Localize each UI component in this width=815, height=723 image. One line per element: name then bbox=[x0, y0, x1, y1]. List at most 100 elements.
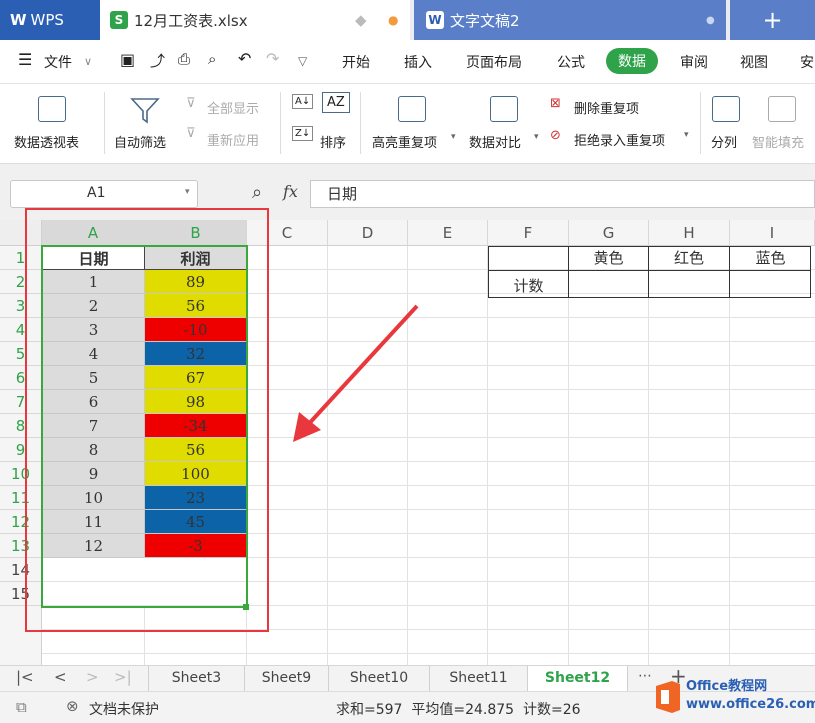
column-header-d[interactable]: D bbox=[328, 220, 408, 246]
menu-security[interactable]: 安 bbox=[800, 52, 814, 72]
export-icon[interactable]: ⤴ bbox=[150, 50, 165, 71]
wps-logo-icon: W bbox=[10, 11, 27, 29]
undo-icon[interactable]: ↶ bbox=[238, 49, 251, 68]
smart-fill-button[interactable]: 智能填充 bbox=[752, 132, 804, 151]
filter-icon bbox=[130, 98, 160, 124]
ribbon-divider bbox=[360, 92, 361, 154]
pivot-table-icon bbox=[38, 96, 66, 122]
more-sheets-icon[interactable]: ⋯ bbox=[638, 668, 652, 684]
menu-file[interactable]: 文件 bbox=[44, 52, 72, 72]
column-header-g[interactable]: G bbox=[569, 220, 649, 246]
gridline bbox=[42, 653, 815, 654]
delete-duplicates-icon: ⊠ bbox=[550, 96, 561, 111]
fx-icon[interactable]: fx bbox=[283, 182, 298, 201]
gridline bbox=[648, 246, 649, 665]
gridline bbox=[487, 246, 488, 665]
chevron-down-icon: ∨ bbox=[84, 55, 93, 68]
gridline bbox=[568, 246, 569, 665]
menu-review[interactable]: 审阅 bbox=[680, 52, 708, 72]
highlight-duplicates-button[interactable]: 高亮重复项 bbox=[372, 132, 437, 151]
more-commands-icon[interactable]: ▽ bbox=[298, 54, 307, 68]
print-preview-icon[interactable]: ⌕ bbox=[208, 50, 216, 68]
plus-icon: + bbox=[762, 6, 783, 34]
first-sheet-icon[interactable]: |< bbox=[16, 668, 34, 686]
ribbon-divider bbox=[700, 92, 701, 154]
cell-reference: A1 bbox=[87, 185, 106, 201]
office-logo-icon bbox=[656, 681, 680, 713]
menu-bar: ☰ 文件 ∨ ▣ ⤴ ⎙ ⌕ ↶ ↷ ▽ 开始 插入 页面布局 公式 数据 审阅… bbox=[0, 40, 815, 84]
watermark-logo: Office教程网 www.office26.com bbox=[652, 676, 815, 718]
wps-home-tab[interactable]: W WPS bbox=[0, 0, 100, 40]
ribbon-divider bbox=[104, 92, 105, 154]
split-columns-button[interactable]: 分列 bbox=[711, 132, 737, 151]
wps-label: WPS bbox=[30, 11, 64, 29]
menu-view[interactable]: 视图 bbox=[740, 52, 768, 72]
pin-icon[interactable]: ◆ bbox=[355, 11, 367, 29]
smart-fill-icon bbox=[768, 96, 796, 122]
menu-data[interactable]: 数据 bbox=[606, 48, 658, 74]
show-all-icon: ⊽ bbox=[186, 96, 196, 111]
save-icon[interactable]: ▣ bbox=[120, 50, 135, 69]
tab-spreadsheet-label: 12月工资表.xlsx bbox=[134, 11, 248, 30]
menu-page-layout[interactable]: 页面布局 bbox=[466, 52, 522, 72]
data-compare-button[interactable]: 数据对比 bbox=[469, 132, 521, 151]
sidebar-toggle-icon[interactable]: ⧉ bbox=[16, 698, 27, 716]
count-table-hline bbox=[488, 270, 811, 271]
document-protection-status[interactable]: 文档未保护 bbox=[89, 699, 159, 719]
data-compare-icon bbox=[490, 96, 518, 122]
document-icon: W bbox=[426, 11, 444, 29]
shield-icon: ⊗ bbox=[66, 697, 79, 715]
count-header-red[interactable]: 红色 bbox=[649, 247, 729, 268]
ribbon: 数据透视表 自动筛选 ⊽ 全部显示 ⊽ 重新应用 A↓ Z↓ AZ 排序 高亮重… bbox=[0, 84, 815, 164]
column-header-i[interactable]: I bbox=[730, 220, 815, 246]
last-sheet-icon[interactable]: >| bbox=[114, 668, 132, 686]
reapply-button[interactable]: 重新应用 bbox=[207, 130, 259, 149]
tab-document[interactable]: W 文字文稿2 ● bbox=[414, 0, 726, 40]
watermark-text: Office教程网 www.office26.com bbox=[686, 679, 815, 712]
tab-document-label: 文字文稿2 bbox=[450, 11, 520, 30]
chevron-down-icon: ▾ bbox=[451, 132, 456, 142]
split-columns-icon bbox=[712, 96, 740, 122]
delete-duplicates-button[interactable]: 删除重复项 bbox=[574, 98, 639, 117]
tab-dot-icon: ● bbox=[706, 14, 715, 26]
annotation-arrow bbox=[293, 304, 419, 442]
count-header-yellow[interactable]: 黄色 bbox=[569, 247, 648, 268]
sheet-tab[interactable]: Sheet3 bbox=[148, 666, 245, 691]
prev-sheet-icon[interactable]: < bbox=[54, 668, 67, 686]
sort-button[interactable]: 排序 bbox=[320, 132, 346, 151]
sheet-tab[interactable]: Sheet9 bbox=[245, 666, 329, 691]
next-sheet-icon[interactable]: > bbox=[86, 668, 99, 686]
name-box[interactable]: A1 ▾ bbox=[10, 180, 198, 208]
menu-start[interactable]: 开始 bbox=[342, 52, 370, 72]
unsaved-dot-icon: ● bbox=[388, 13, 399, 27]
count-row-label[interactable]: 计数 bbox=[489, 275, 568, 296]
highlight-duplicates-icon bbox=[398, 96, 426, 122]
print-icon[interactable]: ⎙ bbox=[178, 50, 190, 68]
reject-duplicates-icon: ⊘ bbox=[550, 128, 561, 143]
zoom-search-icon[interactable]: ⌕ bbox=[252, 182, 262, 203]
tab-spreadsheet[interactable]: S 12月工资表.xlsx ◆ ● bbox=[100, 0, 410, 40]
sheet-tab[interactable]: Sheet10 bbox=[329, 666, 430, 691]
show-all-button[interactable]: 全部显示 bbox=[207, 98, 259, 117]
column-header-h[interactable]: H bbox=[649, 220, 730, 246]
menu-insert[interactable]: 插入 bbox=[404, 52, 432, 72]
title-bar: W WPS S 12月工资表.xlsx ◆ ● W 文字文稿2 ● + bbox=[0, 0, 815, 40]
pivot-table-button[interactable]: 数据透视表 bbox=[14, 132, 79, 151]
ribbon-divider bbox=[280, 92, 281, 154]
hamburger-icon[interactable]: ☰ bbox=[18, 50, 32, 69]
annotation-box bbox=[25, 208, 269, 632]
new-tab-button[interactable]: + bbox=[730, 0, 815, 40]
sort-desc-icon[interactable]: Z↓ bbox=[292, 126, 314, 141]
count-header-blue[interactable]: 蓝色 bbox=[730, 247, 811, 268]
menu-formula[interactable]: 公式 bbox=[557, 52, 585, 72]
column-header-f[interactable]: F bbox=[488, 220, 569, 246]
sort-asc-icon[interactable]: A↓ bbox=[292, 94, 314, 109]
formula-input[interactable]: 日期 bbox=[310, 180, 815, 208]
column-header-e[interactable]: E bbox=[408, 220, 488, 246]
sheet-tab-active[interactable]: Sheet12 bbox=[528, 666, 628, 691]
sheet-tab[interactable]: Sheet11 bbox=[430, 666, 528, 691]
gridline bbox=[729, 246, 730, 665]
redo-icon[interactable]: ↷ bbox=[266, 49, 279, 68]
reject-duplicates-button[interactable]: 拒绝录入重复项 bbox=[574, 130, 665, 149]
autofilter-button[interactable]: 自动筛选 bbox=[114, 132, 166, 151]
